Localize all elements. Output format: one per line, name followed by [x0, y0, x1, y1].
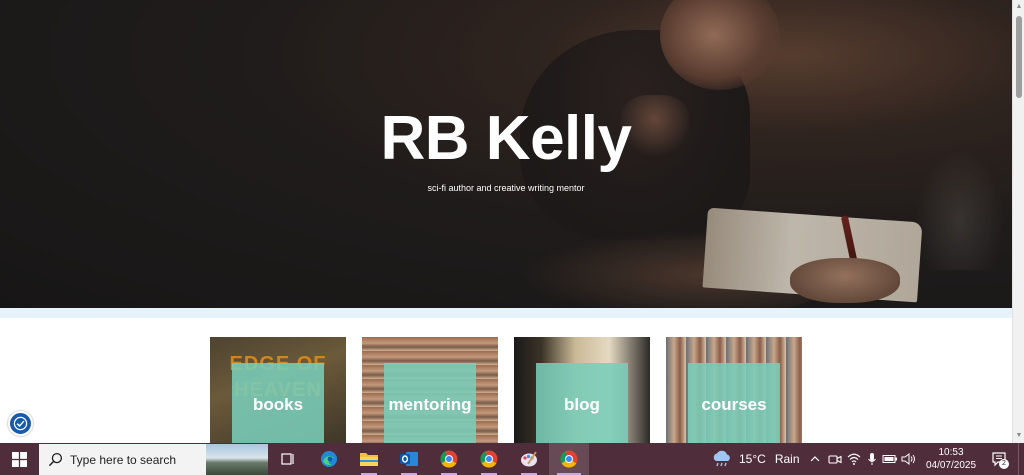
weather-condition: Rain [774, 452, 800, 466]
windows-logo-icon [11, 451, 27, 467]
speaker-icon [901, 453, 915, 465]
show-hidden-icons-button[interactable] [807, 443, 823, 475]
camera-icon [828, 455, 842, 464]
card-label-courses: courses [701, 395, 767, 414]
card-label-mentoring: mentoring [388, 395, 472, 414]
tray-meet-now[interactable] [826, 443, 844, 475]
taskbar-chrome-1[interactable] [429, 443, 469, 475]
notification-center-button[interactable]: 2 [986, 443, 1012, 475]
card-blog[interactable]: blog [514, 337, 650, 443]
taskbar-clock[interactable]: 10:53 04/07/2025 [920, 446, 982, 472]
tray-network[interactable] [845, 443, 863, 475]
chrome-icon [560, 450, 578, 468]
rain-cloud-icon [713, 450, 730, 467]
microphone-icon [868, 453, 876, 465]
outlook-icon [400, 452, 418, 466]
card-label-blog: blog [564, 395, 600, 414]
tray-battery[interactable] [881, 443, 899, 475]
browser-viewport: RB Kelly sci-fi author and creative writ… [0, 0, 1012, 443]
windows-taskbar: Type here to search 15°C Rain 10:53 04/0… [0, 443, 1024, 475]
scroll-down-icon[interactable]: ▼ [1013, 429, 1024, 443]
accessibility-icon [13, 416, 28, 431]
task-view-icon [281, 453, 294, 465]
accessibility-button[interactable] [8, 411, 33, 436]
search-icon [48, 452, 63, 467]
taskbar-file-explorer[interactable] [349, 443, 389, 475]
start-button[interactable] [0, 443, 38, 475]
card-label-books: books [252, 395, 304, 414]
wifi-icon [847, 453, 861, 465]
scrollbar-thumb[interactable] [1016, 16, 1022, 98]
tray-volume[interactable] [900, 443, 918, 475]
scroll-up-icon[interactable]: ▲ [1013, 0, 1024, 14]
weather-widget[interactable]: 15°C Rain [711, 443, 800, 475]
chevron-up-icon [810, 456, 820, 462]
taskbar-search-box[interactable]: Type here to search [39, 444, 268, 475]
notification-count-badge: 2 [999, 459, 1009, 469]
search-placeholder: Type here to search [70, 453, 177, 467]
page-scrollbar[interactable]: ▲ ▼ [1012, 0, 1024, 443]
site-title: RB Kelly [380, 104, 632, 173]
edge-icon [321, 451, 337, 467]
paint-palette-icon [521, 451, 537, 467]
weather-temp: 15°C [739, 452, 766, 466]
tray-microphone[interactable] [864, 443, 880, 475]
taskbar-edge[interactable] [309, 443, 349, 475]
clock-time: 10:53 [938, 447, 964, 458]
chrome-icon [480, 450, 498, 468]
taskbar-paint-app[interactable] [509, 443, 549, 475]
taskbar-outlook[interactable] [389, 443, 429, 475]
battery-icon [882, 455, 897, 463]
card-courses[interactable]: courses [666, 337, 802, 443]
site-tagline: sci-fi author and creative writing mento… [427, 183, 585, 193]
clock-date: 04/07/2025 [925, 460, 977, 471]
taskbar-chrome-active[interactable] [549, 443, 589, 475]
task-view-button[interactable] [268, 443, 308, 475]
show-desktop-button[interactable] [1018, 443, 1024, 475]
card-books[interactable]: EDGE OF HEAVEN books [210, 337, 346, 443]
section-divider [0, 308, 1012, 318]
taskbar-chrome-2[interactable] [469, 443, 509, 475]
card-mentoring[interactable]: mentoring [362, 337, 498, 443]
folder-icon [360, 453, 378, 466]
search-highlight-image [206, 444, 268, 475]
hero-banner: RB Kelly sci-fi author and creative writ… [0, 0, 1012, 308]
chrome-icon [440, 450, 458, 468]
